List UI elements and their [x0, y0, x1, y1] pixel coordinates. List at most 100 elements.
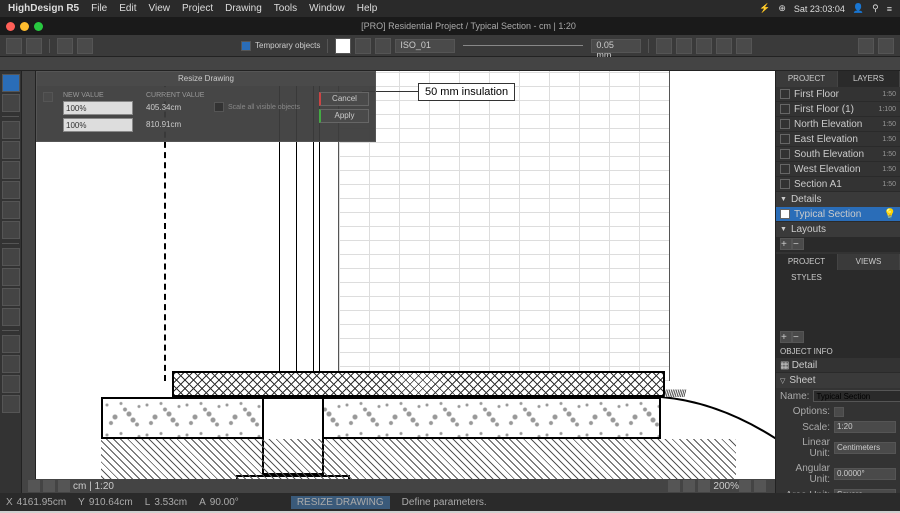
menu-window[interactable]: Window [309, 3, 345, 14]
visibility-icon[interactable] [780, 209, 790, 219]
sheet-section[interactable]: ▽Sheet [776, 373, 900, 388]
remove-view-button[interactable]: − [792, 331, 804, 343]
visibility-icon[interactable] [780, 149, 790, 159]
scale-display[interactable]: cm | 1:20 [73, 481, 114, 492]
tab-layers[interactable]: LAYERS [838, 71, 900, 87]
hand-tool[interactable] [2, 94, 20, 112]
curve-tool[interactable] [2, 221, 20, 239]
toolbar-right-1[interactable] [858, 38, 874, 54]
menu-project[interactable]: Project [182, 3, 213, 14]
menu-view[interactable]: View [148, 3, 170, 14]
toolbar-btn-b[interactable] [676, 38, 692, 54]
rect-tool[interactable] [2, 141, 20, 159]
bulb-icon[interactable]: 💡 [884, 209, 896, 220]
tab-project[interactable]: PROJECT [776, 71, 838, 87]
menu-edit[interactable]: Edit [119, 3, 136, 14]
zoom-display[interactable]: 200% [713, 481, 739, 492]
snap-btn-1[interactable] [668, 480, 680, 492]
linear-unit-dropdown[interactable]: Centimeters [834, 442, 896, 454]
add-view-button[interactable]: + [780, 331, 792, 343]
views-toolbar: +− [776, 330, 900, 345]
sheet-row[interactable]: South Elevation1:50 [776, 147, 900, 162]
options-icon[interactable] [834, 407, 844, 417]
zoom-window-button[interactable] [34, 22, 43, 31]
checkbox-temp[interactable] [241, 41, 251, 51]
scale-dropdown[interactable]: 1:20 [834, 421, 896, 433]
detail-row-selected[interactable]: Typical Section💡 [776, 207, 900, 222]
angular-unit-dropdown[interactable]: 0.0000° [834, 468, 896, 480]
drawing-canvas[interactable]: //////////// 50 mm insulation Resize Dra… [36, 71, 775, 493]
sheet-row[interactable]: First Floor1:50 [776, 87, 900, 102]
length-readout: 3.53cm [154, 497, 187, 508]
search-icon[interactable]: ⚲ [872, 3, 879, 14]
annotation-insulation[interactable]: 50 mm insulation [418, 83, 515, 101]
line-tool[interactable] [2, 121, 20, 139]
visibility-icon[interactable] [780, 89, 790, 99]
visibility-icon[interactable] [780, 179, 790, 189]
sheet-row[interactable]: Section A11:50 [776, 177, 900, 192]
symbol-tool[interactable] [2, 308, 20, 326]
arc-tool[interactable] [2, 201, 20, 219]
close-window-button[interactable] [6, 22, 15, 31]
height-input[interactable] [63, 118, 133, 132]
sheet-row[interactable]: West Elevation1:50 [776, 162, 900, 177]
add-button[interactable]: + [780, 238, 792, 250]
color-swatch[interactable] [335, 38, 351, 54]
layouts-section[interactable]: ▼Layouts [776, 222, 900, 237]
toolbar-btn-2[interactable] [26, 38, 42, 54]
toolbar-btn-d[interactable] [716, 38, 732, 54]
visibility-icon[interactable] [780, 119, 790, 129]
window-tool[interactable] [2, 375, 20, 393]
toolbar-btn-3[interactable] [57, 38, 73, 54]
name-field[interactable] [813, 390, 900, 402]
sheet-row[interactable]: North Elevation1:50 [776, 117, 900, 132]
hatch-tool[interactable] [2, 288, 20, 306]
door-tool[interactable] [2, 355, 20, 373]
nav-btn-1[interactable] [28, 480, 40, 492]
iso-dropdown[interactable]: ISO_01 [395, 39, 455, 53]
text-tool[interactable] [2, 248, 20, 266]
nav-btn-2[interactable] [43, 480, 55, 492]
zoom-out-button[interactable] [754, 480, 766, 492]
toolbar-btn-e[interactable] [736, 38, 752, 54]
fill-swatch[interactable] [375, 38, 391, 54]
menu-tools[interactable]: Tools [274, 3, 297, 14]
toolbar-right-2[interactable] [878, 38, 894, 54]
arrow-icon[interactable] [355, 38, 371, 54]
status-bar: X4161.95cm Y910.64cm L3.53cm A90.00° RES… [0, 493, 900, 511]
scale-all-checkbox[interactable] [214, 102, 224, 112]
menu-icon[interactable]: ≡ [887, 4, 892, 14]
dim-tool[interactable] [2, 268, 20, 286]
select-tool[interactable] [2, 74, 20, 92]
tab-views[interactable]: VIEWS [838, 254, 900, 270]
toolbar-btn-c[interactable] [696, 38, 712, 54]
sheet-row[interactable]: East Elevation1:50 [776, 132, 900, 147]
menu-help[interactable]: Help [357, 3, 378, 14]
width-input[interactable] [63, 101, 133, 115]
visibility-icon[interactable] [780, 134, 790, 144]
sheet-row[interactable]: First Floor (1)1:100 [776, 102, 900, 117]
zoom-in-button[interactable] [739, 480, 751, 492]
remove-button[interactable]: − [792, 238, 804, 250]
stair-tool[interactable] [2, 395, 20, 413]
toolbar-btn-1[interactable] [6, 38, 22, 54]
menu-file[interactable]: File [91, 3, 107, 14]
menu-drawing[interactable]: Drawing [225, 3, 262, 14]
circle-tool[interactable] [2, 161, 20, 179]
visibility-icon[interactable] [780, 104, 790, 114]
snap-btn-3[interactable] [698, 480, 710, 492]
toolbar-btn-a[interactable] [656, 38, 672, 54]
snap-btn-2[interactable] [683, 480, 695, 492]
wall-tool[interactable] [2, 335, 20, 353]
apply-button[interactable]: Apply [319, 109, 369, 123]
visibility-icon[interactable] [780, 164, 790, 174]
toolbar-btn-4[interactable] [77, 38, 93, 54]
details-section[interactable]: ▼Details [776, 192, 900, 207]
minimize-window-button[interactable] [20, 22, 29, 31]
lineweight-dropdown[interactable]: 0.05 mm [591, 39, 641, 53]
tab-styles[interactable]: PROJECT STYLES [776, 254, 838, 270]
lock-icon[interactable] [43, 92, 53, 102]
cancel-button[interactable]: Cancel [319, 92, 369, 106]
nav-btn-3[interactable] [58, 480, 70, 492]
polygon-tool[interactable] [2, 181, 20, 199]
